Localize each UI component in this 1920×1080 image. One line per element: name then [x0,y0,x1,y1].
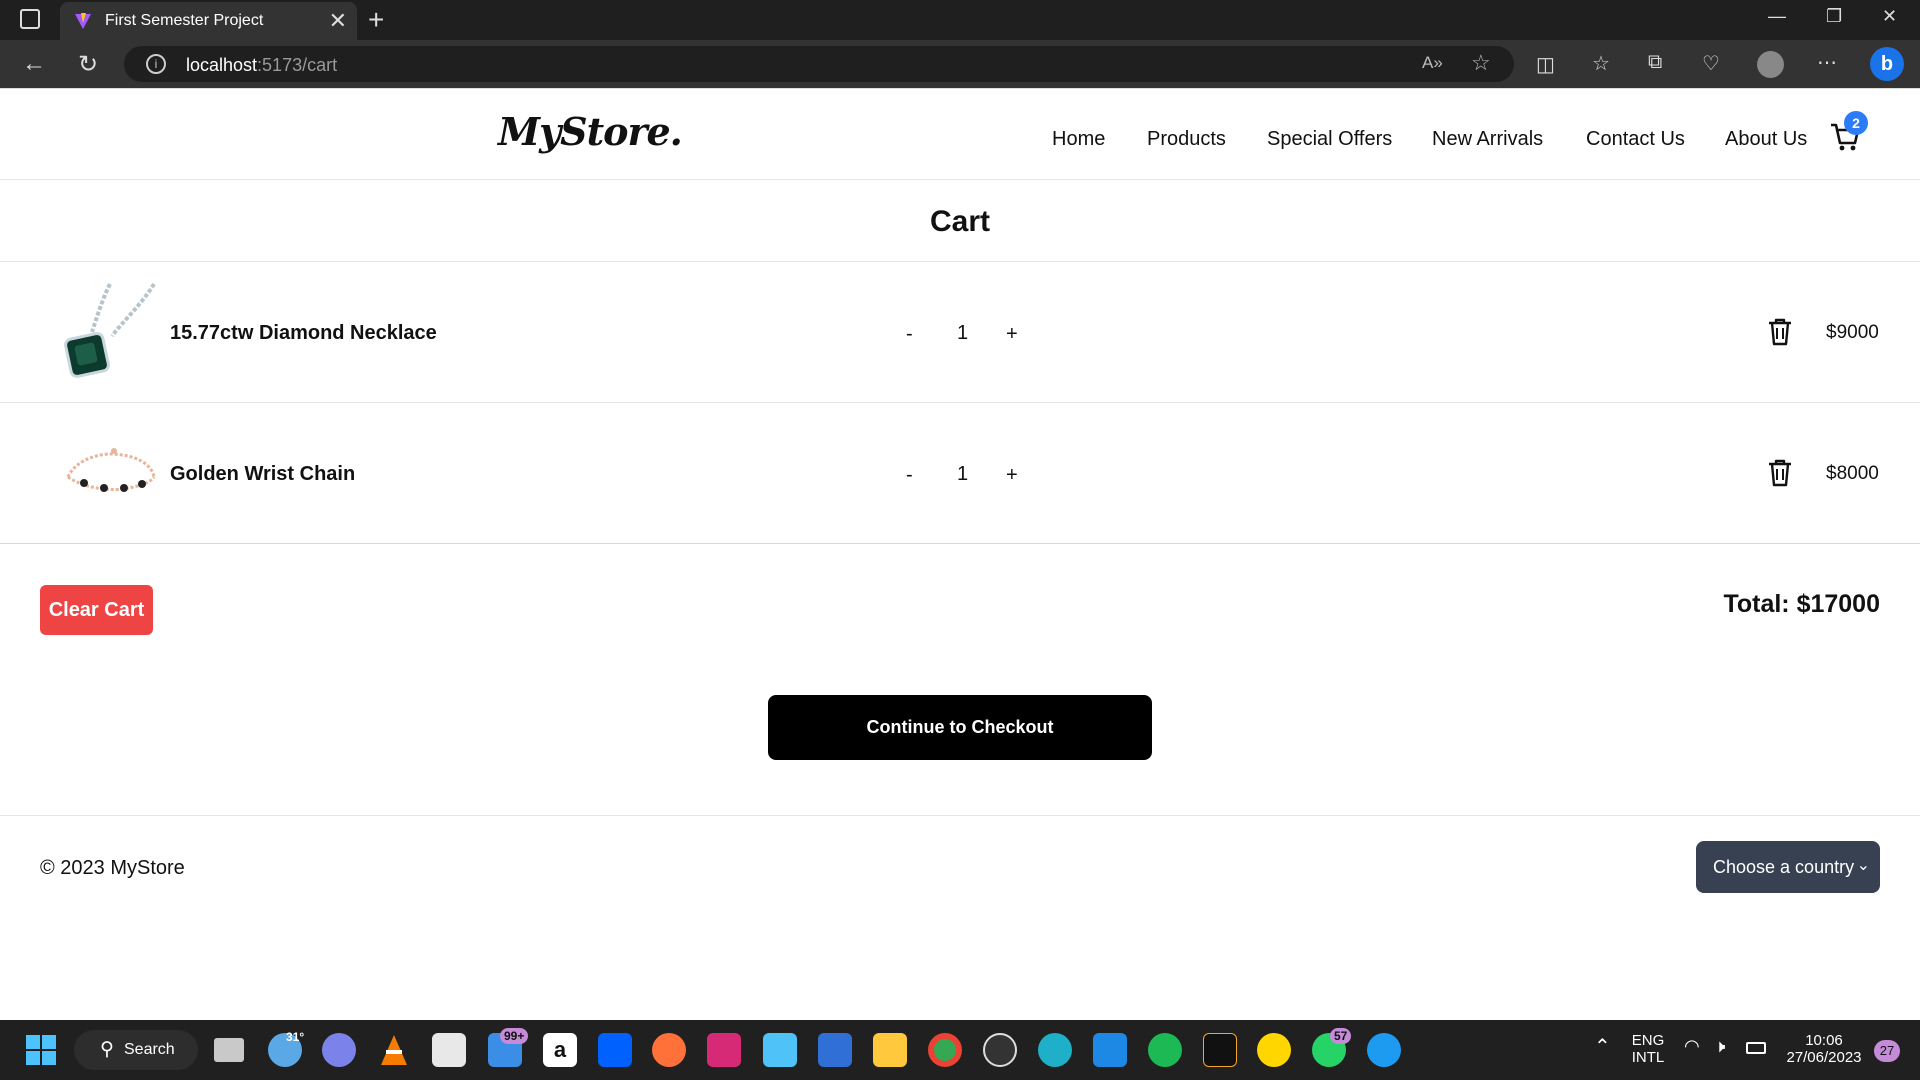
wifi-icon[interactable]: ◠ [1684,1036,1700,1057]
more-menu-icon[interactable]: ⋯ [1817,50,1837,75]
favorites-icon[interactable]: ☆ [1592,51,1610,76]
footer-copyright: © 2023 MyStore [40,857,185,879]
tab-title: First Semester Project [105,12,264,29]
increase-qty-button[interactable]: + [1006,464,1018,487]
audio-app-icon[interactable] [1203,1033,1237,1067]
cart-total: Total: $17000 [1723,590,1880,618]
country-select[interactable]: Choose a country ⌄ [1696,841,1880,893]
cart-item-qty: 1 [957,463,969,485]
nav-home[interactable]: Home [1052,128,1105,151]
restore-icon[interactable]: ❐ [1826,6,1842,27]
clock[interactable]: 10:06 27/06/2023 [1776,1032,1872,1066]
clock-date: 27/06/2023 [1786,1049,1862,1066]
cart-item-row: 15.77ctw Diamond Necklace - 1 + $9000 [0,262,1920,402]
divider [0,543,1920,544]
minimize-icon[interactable]: — [1768,6,1786,27]
teams-chat-icon[interactable] [322,1033,356,1067]
vlc-icon[interactable] [377,1033,411,1067]
health-icon[interactable]: ♡ [1702,51,1720,76]
browser-toolbar: ← ↻ i localhost:5173/cart A» ☆ ◫ ☆ ⧉ ♡ ⋯… [0,40,1920,88]
vscode-icon[interactable] [1093,1033,1127,1067]
close-window-icon[interactable]: ✕ [1882,6,1897,27]
language-bottom: INTL [1631,1049,1665,1066]
instagram-icon[interactable] [707,1033,741,1067]
increase-qty-button[interactable]: + [1006,323,1018,346]
cart-item-price: $8000 [1826,463,1879,484]
country-select-value: Choose a country [1713,857,1855,877]
clock-time: 10:06 [1805,1032,1843,1049]
url-path: :5173/cart [257,55,338,75]
checkout-button[interactable]: Continue to Checkout [768,695,1152,760]
chrome-icon[interactable] [928,1033,962,1067]
back-icon[interactable]: ← [22,50,46,78]
language-top: ENG [1631,1032,1665,1049]
tray-overflow-icon[interactable]: ⌃ [1594,1034,1611,1059]
cart-item-qty: 1 [957,322,969,344]
collections-icon[interactable]: ⧉ [1648,51,1662,74]
decrease-qty-button[interactable]: - [906,323,913,346]
nav-new-arrivals[interactable]: New Arrivals [1432,128,1543,151]
bing-copilot-icon[interactable]: b [1870,47,1904,81]
trash-icon[interactable] [1766,317,1794,347]
file-explorer-icon[interactable] [873,1033,907,1067]
language-indicator[interactable]: ENG INTL [1626,1032,1670,1066]
volume-muted-icon[interactable]: 🕨 [1714,1036,1725,1057]
twitter-icon[interactable] [1367,1033,1401,1067]
chevron-down-icon: ⌄ [1856,857,1870,874]
cart-count-badge: 2 [1844,111,1868,135]
tab-actions-icon[interactable] [20,9,40,29]
nav-contact-us[interactable]: Contact Us [1586,128,1685,151]
footer-divider [0,815,1920,816]
trash-icon[interactable] [1766,458,1794,488]
nav-about-us[interactable]: About Us [1725,128,1807,151]
yellow-app-icon[interactable] [1257,1033,1291,1067]
profile-avatar[interactable] [1757,51,1784,78]
split-screen-icon[interactable]: ◫ [1536,52,1555,77]
browser-tab[interactable]: First Semester Project ✕ [60,2,357,40]
amazon-icon[interactable]: a [543,1033,577,1067]
necklace-image [64,282,156,378]
url-host: localhost [186,55,258,75]
notepad-icon[interactable] [763,1033,797,1067]
notification-count-badge[interactable]: 27 [1874,1040,1900,1062]
nav-products[interactable]: Products [1147,128,1226,151]
weather-temp: 31° [286,1030,305,1044]
task-view-icon[interactable] [214,1038,244,1062]
vite-favicon-icon [75,13,91,29]
browser-titlebar: First Semester Project ✕ + — ❐ ✕ [0,0,1920,40]
new-tab-button[interactable]: + [368,4,384,36]
battery-icon[interactable] [1746,1042,1766,1054]
windows-start-icon[interactable] [26,1035,56,1065]
site-info-icon[interactable]: i [146,54,166,74]
bracelet-image [66,448,156,492]
video-editor-icon[interactable] [818,1033,852,1067]
taskbar-search-label: Search [124,1041,175,1058]
taskbar-search[interactable]: ⚲ Search [74,1030,198,1070]
edge-icon[interactable] [1038,1033,1072,1067]
clear-cart-button[interactable]: Clear Cart [40,585,153,635]
page-title: Cart [929,205,990,238]
decrease-qty-button[interactable]: - [906,464,913,487]
read-aloud-icon[interactable]: A» [1422,53,1443,73]
site-header: MyStore. Home Products Special Offers Ne… [0,88,1920,180]
mail-badge: 99+ [500,1028,529,1044]
spotify-icon[interactable] [1148,1033,1182,1067]
cart-item-price: $9000 [1826,322,1879,343]
favorite-star-icon[interactable]: ☆ [1471,50,1491,76]
refresh-icon[interactable]: ↻ [78,50,98,79]
site-logo[interactable]: MyStore. [498,109,683,154]
dropbox-icon[interactable] [598,1033,632,1067]
address-bar[interactable]: i localhost:5173/cart A» ☆ [124,46,1514,82]
firefox-icon[interactable] [652,1033,686,1067]
windows-taskbar: ⚲ Search 31° 99+ a 57 ⌃ ENG INTL ◠ 🕨 10:… [0,1020,1920,1080]
cart-item-name[interactable]: Golden Wrist Chain [170,463,355,486]
microsoft-store-icon[interactable] [432,1033,466,1067]
nav-special-offers[interactable]: Special Offers [1267,128,1392,151]
cart-item-row: Golden Wrist Chain - 1 + $8000 [0,403,1920,543]
whatsapp-badge: 57 [1330,1028,1352,1044]
search-icon: ⚲ [100,1039,114,1060]
tab-close-icon[interactable]: ✕ [329,8,347,34]
cart-item-name[interactable]: 15.77ctw Diamond Necklace [170,322,437,345]
media-player-icon[interactable] [983,1033,1017,1067]
